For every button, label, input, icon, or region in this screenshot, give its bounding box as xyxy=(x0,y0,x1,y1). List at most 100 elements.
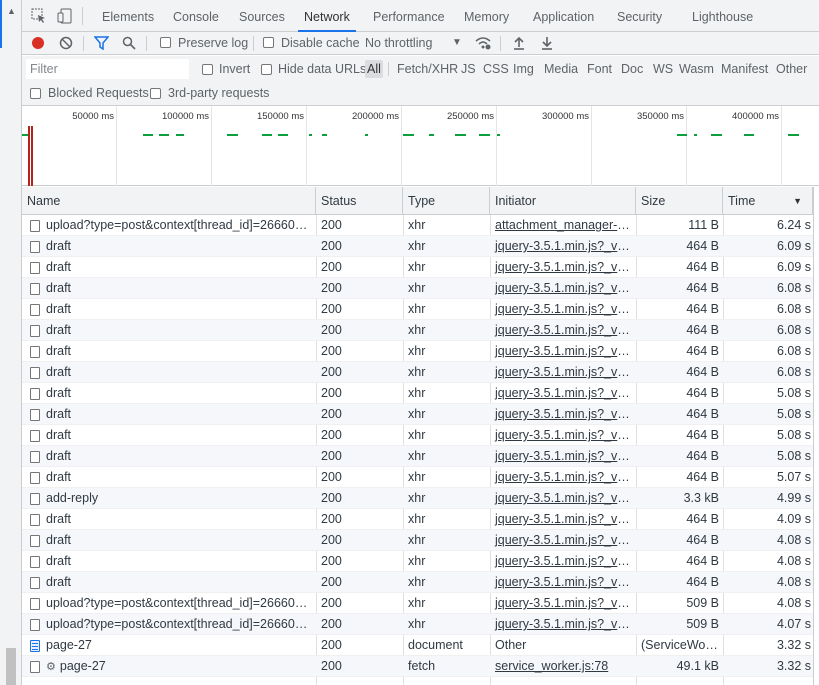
third-party-box[interactable] xyxy=(150,88,161,99)
table-row[interactable]: upload?type=post&context[thread_id]=2666… xyxy=(22,215,819,236)
initiator-cell[interactable]: jquery-3.5.1.min.js?_v=3... xyxy=(490,509,636,530)
invert-checkbox[interactable] xyxy=(202,63,213,77)
throttling-select[interactable]: No throttling xyxy=(365,36,432,50)
type-filter-css[interactable]: CSS xyxy=(481,60,511,78)
request-name-cell[interactable]: draft xyxy=(22,572,316,593)
type-filter-js[interactable]: JS xyxy=(459,60,478,78)
table-row[interactable]: draft 200 xhr jquery-3.5.1.min.js?_v=3... 46… xyxy=(22,425,819,446)
preserve-log-box[interactable] xyxy=(160,37,171,48)
request-name-cell[interactable]: draft xyxy=(22,530,316,551)
table-row[interactable]: draft 200 xhr jquery-3.5.1.min.js?_v=3... 46… xyxy=(22,278,819,299)
request-name-cell[interactable]: draft xyxy=(22,320,316,341)
initiator-cell[interactable]: attachment_manager-c... xyxy=(490,215,636,236)
import-har-icon[interactable] xyxy=(512,36,526,53)
initiator-cell[interactable]: jquery-3.5.1.min.js?_v=3... xyxy=(490,530,636,551)
request-name-cell[interactable]: draft xyxy=(22,425,316,446)
table-row[interactable]: draft 200 xhr jquery-3.5.1.min.js?_v=3... 46… xyxy=(22,467,819,488)
column-header-time[interactable]: Time ▼ xyxy=(723,187,813,215)
network-overview-timeline[interactable]: 50000 ms 100000 ms 150000 ms 200000 ms 2… xyxy=(22,106,819,186)
scroll-up-arrow-icon[interactable]: ▲ xyxy=(7,6,16,16)
request-name-cell[interactable]: draft xyxy=(22,278,316,299)
column-header-status[interactable]: Status xyxy=(316,187,403,215)
network-conditions-icon[interactable] xyxy=(474,35,492,54)
request-name-cell[interactable]: draft xyxy=(22,467,316,488)
table-row[interactable]: draft 200 xhr jquery-3.5.1.min.js?_v=3... 46… xyxy=(22,299,819,320)
request-name-cell[interactable]: upload?type=post&context[thread_id]=2666… xyxy=(22,593,316,614)
table-row[interactable]: draft 200 xhr jquery-3.5.1.min.js?_v=3... 46… xyxy=(22,446,819,467)
tab-sources[interactable]: Sources xyxy=(239,0,285,32)
hide-data-urls-checkbox[interactable] xyxy=(261,63,272,77)
request-name-cell[interactable]: page-27 xyxy=(22,635,316,656)
request-name-cell[interactable]: draft xyxy=(22,236,316,257)
column-header-type[interactable]: Type xyxy=(403,187,490,215)
type-filter-manifest[interactable]: Manifest xyxy=(719,60,770,78)
disable-cache-box[interactable] xyxy=(263,37,274,48)
request-name-cell[interactable]: draft xyxy=(22,551,316,572)
table-row[interactable]: add-reply 200 xhr jquery-3.5.1.min.js?_v=3.… xyxy=(22,488,819,509)
request-name-cell[interactable]: add-reply xyxy=(22,488,316,509)
initiator-cell[interactable]: jquery-3.5.1.min.js?_v=3... xyxy=(490,488,636,509)
column-header-initiator[interactable]: Initiator xyxy=(490,187,636,215)
tab-security[interactable]: Security xyxy=(617,0,662,32)
initiator-cell[interactable]: jquery-3.5.1.min.js?_v=3... xyxy=(490,551,636,572)
type-filter-doc[interactable]: Doc xyxy=(619,60,645,78)
table-row[interactable]: draft 200 xhr jquery-3.5.1.min.js?_v=3... 46… xyxy=(22,551,819,572)
table-row[interactable]: draft 200 xhr jquery-3.5.1.min.js?_v=3... 46… xyxy=(22,572,819,593)
type-filter-ws[interactable]: WS xyxy=(651,60,675,78)
table-row[interactable]: draft 200 xhr jquery-3.5.1.min.js?_v=3... 46… xyxy=(22,509,819,530)
initiator-cell[interactable]: jquery-3.5.1.min.js?_v=3... xyxy=(490,362,636,383)
request-name-cell[interactable]: draft xyxy=(22,257,316,278)
tab-memory[interactable]: Memory xyxy=(464,0,509,32)
scrollbar-thumb[interactable] xyxy=(6,648,16,685)
initiator-cell[interactable]: jquery-3.5.1.min.js?_v=3... xyxy=(490,278,636,299)
initiator-cell[interactable]: jquery-3.5.1.min.js?_v=3... xyxy=(490,572,636,593)
type-filter-media[interactable]: Media xyxy=(542,60,580,78)
initiator-cell[interactable]: service_worker.js:78 xyxy=(490,656,636,677)
table-row[interactable]: draft 200 xhr jquery-3.5.1.min.js?_v=3... 46… xyxy=(22,404,819,425)
request-name-cell[interactable]: draft xyxy=(22,509,316,530)
initiator-cell[interactable]: jquery-3.5.1.min.js?_v=3... xyxy=(490,299,636,320)
request-name-cell[interactable]: draft xyxy=(22,362,316,383)
request-name-cell[interactable]: draft xyxy=(22,383,316,404)
tab-lighthouse[interactable]: Lighthouse xyxy=(692,0,753,32)
initiator-cell[interactable]: jquery-3.5.1.min.js?_v=3... xyxy=(490,341,636,362)
initiator-cell[interactable]: jquery-3.5.1.min.js?_v=3... xyxy=(490,425,636,446)
initiator-cell[interactable]: jquery-3.5.1.min.js?_v=3... xyxy=(490,467,636,488)
invert-box[interactable] xyxy=(202,64,213,75)
table-row[interactable]: draft 200 xhr jquery-3.5.1.min.js?_v=3... 46… xyxy=(22,362,819,383)
hide-data-urls-box[interactable] xyxy=(261,64,272,75)
filter-icon[interactable] xyxy=(93,36,110,53)
tab-application[interactable]: Application xyxy=(533,0,594,32)
request-name-cell[interactable]: upload?type=post&context[thread_id]=2666… xyxy=(22,614,316,635)
request-name-cell[interactable]: draft xyxy=(22,404,316,425)
export-har-icon[interactable] xyxy=(540,36,554,53)
type-filter-all[interactable]: All xyxy=(365,60,383,78)
request-name-cell[interactable]: upload?type=post&context[thread_id]=2666… xyxy=(22,215,316,236)
table-row[interactable]: draft 200 xhr jquery-3.5.1.min.js?_v=3... 46… xyxy=(22,530,819,551)
search-icon[interactable] xyxy=(122,36,136,53)
tab-performance[interactable]: Performance xyxy=(373,0,445,32)
type-filter-wasm[interactable]: Wasm xyxy=(677,60,716,78)
third-party-checkbox[interactable] xyxy=(150,87,161,101)
table-row[interactable]: draft 200 xhr jquery-3.5.1.min.js?_v=3... 46… xyxy=(22,341,819,362)
tab-network[interactable]: Network xyxy=(298,0,356,32)
chevron-down-icon[interactable]: ▼ xyxy=(452,37,462,48)
type-filter-other[interactable]: Other xyxy=(774,60,809,78)
column-header-name[interactable]: Name xyxy=(22,187,316,215)
request-name-cell[interactable]: ⚙ page-27 xyxy=(22,656,316,677)
table-row[interactable]: ⚙ page-27 200 fetch service_worker.js:78 49.1… xyxy=(22,656,819,677)
table-row[interactable]: draft 200 xhr jquery-3.5.1.min.js?_v=3... 46… xyxy=(22,383,819,404)
table-row[interactable]: upload?type=post&context[thread_id]=2666… xyxy=(22,593,819,614)
blocked-requests-box[interactable] xyxy=(30,88,41,99)
type-filter-font[interactable]: Font xyxy=(585,60,614,78)
initiator-cell[interactable]: jquery-3.5.1.min.js?_v=3... xyxy=(490,446,636,467)
table-row[interactable]: draft 200 xhr jquery-3.5.1.min.js?_v=3... 46… xyxy=(22,236,819,257)
table-row[interactable]: upload?type=post&context[thread_id]=2666… xyxy=(22,614,819,635)
initiator-cell[interactable]: jquery-3.5.1.min.js?_v=3... xyxy=(490,320,636,341)
device-toolbar-icon[interactable] xyxy=(57,8,73,27)
table-row[interactable]: page-27 200 document Other (ServiceWork... 3.… xyxy=(22,635,819,656)
tab-console[interactable]: Console xyxy=(173,0,219,32)
disable-cache-checkbox[interactable] xyxy=(263,36,274,50)
table-row[interactable]: draft 200 xhr jquery-3.5.1.min.js?_v=3... 46… xyxy=(22,257,819,278)
type-filter-img[interactable]: Img xyxy=(511,60,536,78)
